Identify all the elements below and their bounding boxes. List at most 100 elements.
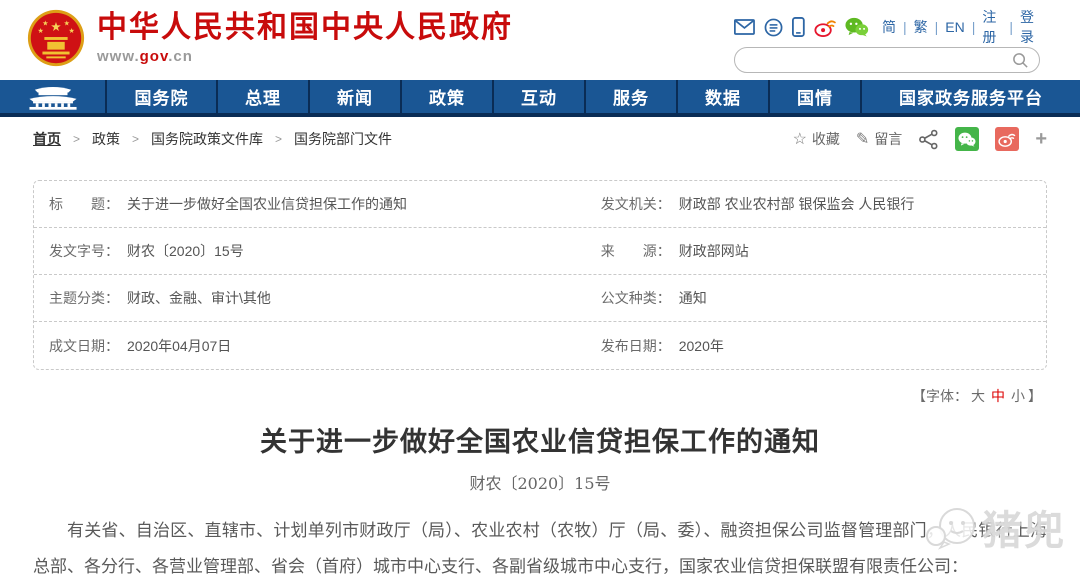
- svg-text:★: ★: [64, 19, 70, 27]
- meta-doc-number: 发文字号： 财农〔2020〕15号: [34, 241, 601, 261]
- meta-row-dates: 成文日期： 2020年04月07日 发布日期： 2020年: [34, 322, 1046, 369]
- pencil-icon: ✎: [856, 129, 869, 149]
- breadcrumb-separator: >: [275, 132, 282, 146]
- url-www: www.: [97, 48, 140, 65]
- comment-label: 留言: [874, 129, 902, 149]
- url-cn: .cn: [168, 48, 193, 65]
- wechat-icon[interactable]: [845, 16, 869, 38]
- nav-item-zhengce[interactable]: 政策: [402, 80, 494, 113]
- weibo-icon[interactable]: [814, 16, 837, 38]
- search-input[interactable]: [745, 53, 1012, 68]
- svg-text:★: ★: [37, 27, 43, 35]
- font-size-small-button[interactable]: 小: [1011, 388, 1025, 404]
- nav-item-zhengwu-platform[interactable]: 国家政务服务平台: [862, 80, 1080, 113]
- lang-links: 简 | 繁 | EN | 注册 | 登录: [882, 7, 1040, 47]
- message-icon[interactable]: [764, 17, 783, 38]
- nav-item-shuju[interactable]: 数据: [678, 80, 770, 113]
- site-title: 中华人民共和国中央人民政府: [97, 11, 513, 45]
- separator: |: [1009, 19, 1013, 35]
- nav-item-xinwen[interactable]: 新闻: [310, 80, 402, 113]
- meta-label: 主题分类：: [49, 288, 119, 308]
- meta-value: 财政、金融、审计\其他: [127, 288, 271, 308]
- meta-label: 发布日期：: [601, 336, 671, 356]
- svg-text:★: ★: [50, 20, 61, 34]
- font-size-medium-button[interactable]: 中: [991, 388, 1005, 404]
- lang-simplified[interactable]: 简: [882, 17, 896, 37]
- breadcrumb-row: 首页 > 政策 > 国务院政策文件库 > 国务院部门文件 ☆ 收藏 ✎ 留言: [0, 117, 1080, 161]
- favorite-button[interactable]: ☆ 收藏: [793, 129, 840, 149]
- register-link[interactable]: 注册: [982, 7, 1002, 47]
- meta-label: 成文日期：: [49, 336, 119, 356]
- site-brand[interactable]: ★ ★ ★ ★ ★ 中华人民共和国中央人民政府 www.gov.cn: [25, 7, 513, 69]
- breadcrumb-zhengce[interactable]: 政策: [92, 129, 120, 149]
- document-number: 财农〔2020〕15号: [0, 470, 1080, 494]
- nav-item-hudong[interactable]: 互动: [494, 80, 586, 113]
- meta-publish-date: 发布日期： 2020年: [601, 336, 1046, 356]
- document-body-paragraph: 有关省、自治区、直辖市、计划单列市财政厅（局）、农业农村（农牧）厅（局、委）、融…: [33, 513, 1047, 582]
- font-widget-suffix: 】: [1028, 388, 1042, 404]
- svg-text:★: ★: [42, 19, 48, 27]
- breadcrumb-policy-library[interactable]: 国务院政策文件库: [151, 129, 263, 149]
- lang-traditional[interactable]: 繁: [914, 17, 928, 37]
- meta-value: 财农〔2020〕15号: [127, 241, 244, 261]
- header-right: 简 | 繁 | EN | 注册 | 登录: [734, 15, 1040, 73]
- wechat-icon: [958, 132, 976, 147]
- meta-issuing-agency: 发文机关： 财政部 农业农村部 银保监会 人民银行: [601, 194, 1046, 214]
- meta-value: 通知: [679, 288, 707, 308]
- separator: |: [972, 19, 976, 35]
- meta-value: 财政部网站: [679, 241, 749, 261]
- meta-label: 标 题：: [49, 194, 119, 214]
- brand-text: 中华人民共和国中央人民政府 www.gov.cn: [97, 7, 513, 65]
- separator: |: [935, 19, 939, 35]
- meta-label: 公文种类：: [601, 288, 671, 308]
- meta-label: 来 源：: [601, 241, 671, 261]
- more-share-button[interactable]: +: [1035, 128, 1047, 151]
- nav-item-fuwu[interactable]: 服务: [586, 80, 678, 113]
- mobile-icon[interactable]: [792, 16, 805, 38]
- weibo-icon: [998, 131, 1016, 147]
- separator: |: [903, 19, 907, 35]
- lang-english[interactable]: EN: [945, 19, 964, 35]
- login-link[interactable]: 登录: [1020, 7, 1040, 47]
- nav-item-guowuyuan[interactable]: 国务院: [107, 80, 218, 113]
- meta-label: 发文字号：: [49, 241, 119, 261]
- site-header: ★ ★ ★ ★ ★ 中华人民共和国中央人民政府 www.gov.cn: [0, 0, 1080, 80]
- main-nav: 国务院 总理 新闻 政策 互动 服务 数据 国情 国家政务服务平台: [0, 80, 1080, 117]
- meta-row-number: 发文字号： 财农〔2020〕15号 来 源： 财政部网站: [34, 228, 1046, 275]
- national-emblem-icon: ★ ★ ★ ★ ★: [25, 7, 87, 69]
- comment-button[interactable]: ✎ 留言: [856, 129, 902, 149]
- meta-row-category: 主题分类： 财政、金融、审计\其他 公文种类： 通知: [34, 275, 1046, 322]
- share-wechat-button[interactable]: [955, 127, 979, 151]
- header-icon-row: 简 | 繁 | EN | 注册 | 登录: [734, 15, 1040, 39]
- favorite-label: 收藏: [812, 129, 840, 149]
- meta-source: 来 源： 财政部网站: [601, 241, 1046, 261]
- svg-text:★: ★: [68, 27, 74, 35]
- nav-item-zongli[interactable]: 总理: [218, 80, 310, 113]
- font-widget-prefix: 【字体：: [912, 388, 968, 404]
- meta-value: 财政部 农业农村部 银保监会 人民银行: [679, 194, 915, 214]
- breadcrumb-home[interactable]: 首页: [33, 129, 61, 149]
- nav-item-guoqing[interactable]: 国情: [770, 80, 862, 113]
- meta-written-date: 成文日期： 2020年04月07日: [34, 336, 601, 356]
- nav-home-tiananmen[interactable]: [0, 80, 107, 113]
- meta-value: 2020年: [679, 336, 724, 356]
- meta-row-title: 标 题： 关于进一步做好全国农业信贷担保工作的通知 发文机关： 财政部 农业农村…: [34, 181, 1046, 228]
- font-size-large-button[interactable]: 大: [971, 388, 985, 404]
- breadcrumb-separator: >: [73, 132, 80, 146]
- breadcrumb-separator: >: [132, 132, 139, 146]
- star-icon: ☆: [793, 129, 807, 149]
- share-weibo-button[interactable]: [995, 127, 1019, 151]
- share-icon[interactable]: [918, 129, 939, 150]
- document-title: 关于进一步做好全国农业信贷担保工作的通知: [0, 420, 1080, 459]
- meta-doc-type: 公文种类： 通知: [601, 288, 1046, 308]
- meta-label: 发文机关：: [601, 194, 671, 214]
- breadcrumb-dept-docs[interactable]: 国务院部门文件: [294, 129, 392, 149]
- meta-title: 标 题： 关于进一步做好全国农业信贷担保工作的通知: [34, 194, 601, 214]
- search-box[interactable]: [734, 47, 1040, 73]
- meta-value: 2020年04月07日: [127, 336, 231, 356]
- font-size-widget: 【字体：大中小】: [0, 386, 1042, 406]
- mail-icon[interactable]: [734, 18, 755, 36]
- meta-topic-category: 主题分类： 财政、金融、审计\其他: [34, 288, 601, 308]
- site-url: www.gov.cn: [97, 48, 513, 65]
- search-icon[interactable]: [1012, 52, 1029, 69]
